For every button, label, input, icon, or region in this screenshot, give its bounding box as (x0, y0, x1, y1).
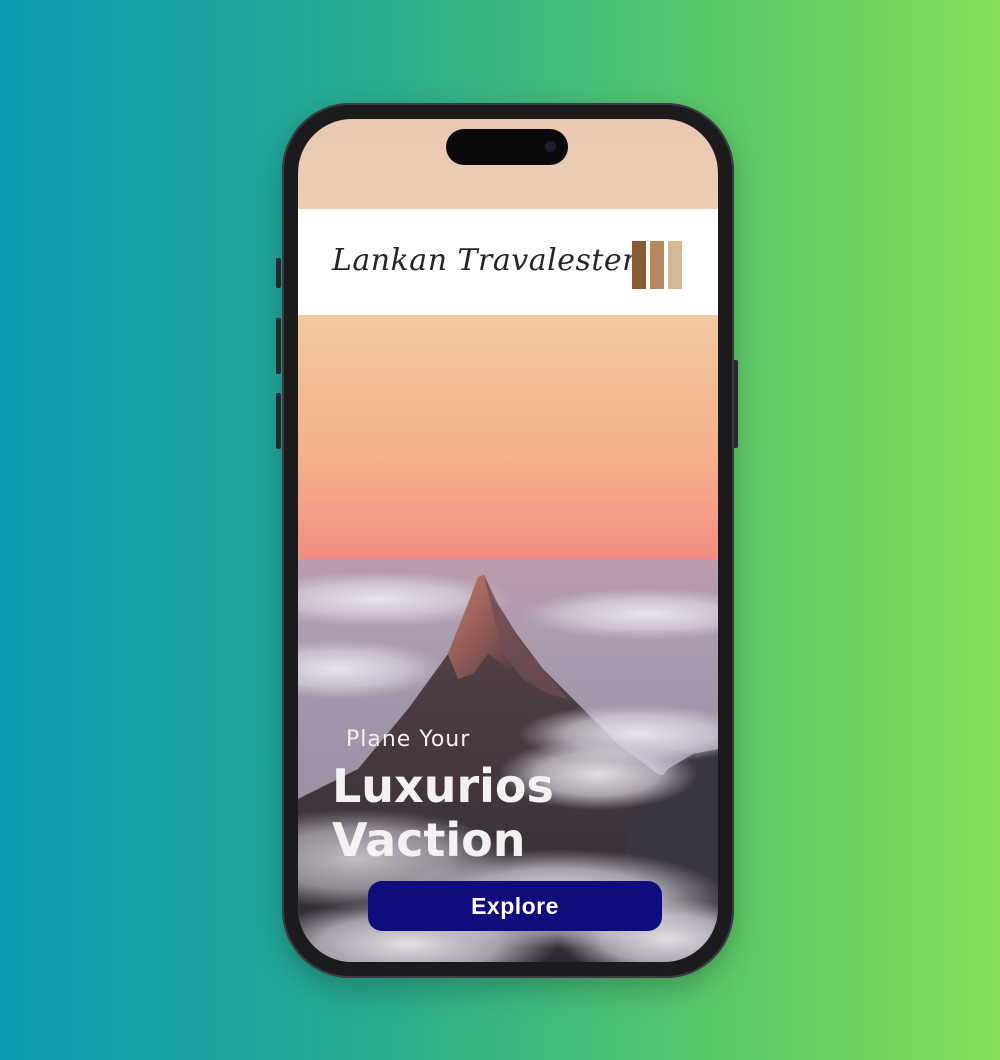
hero-title-line-2: Vaction (332, 813, 526, 867)
mute-switch[interactable] (276, 258, 281, 288)
volume-up-button[interactable] (276, 318, 281, 374)
dynamic-island (446, 129, 568, 165)
hero-subtitle: Plane Your (346, 727, 471, 752)
brand-name[interactable]: Lankan Travalester (332, 243, 637, 278)
volume-down-button[interactable] (276, 393, 281, 449)
camera-icon (545, 141, 556, 152)
explore-button[interactable]: Explore (368, 881, 662, 931)
phone-frame: Lankan Travalester Plane Your Luxurios V… (282, 103, 734, 978)
brand-logo-icon[interactable] (632, 241, 682, 289)
phone-screen: Lankan Travalester Plane Your Luxurios V… (298, 119, 718, 962)
hero-title: Luxurios Vaction (332, 759, 554, 867)
app-header: Lankan Travalester (298, 209, 718, 315)
hero-title-line-1: Luxurios (332, 759, 554, 813)
